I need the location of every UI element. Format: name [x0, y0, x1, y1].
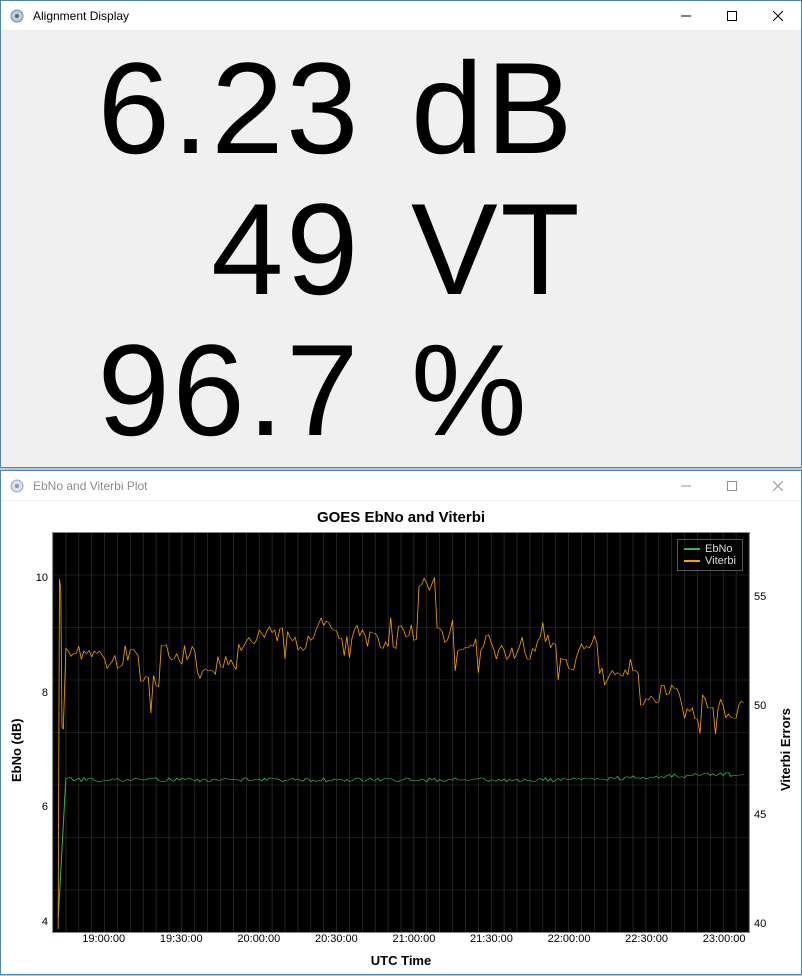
- close-button[interactable]: [755, 471, 801, 500]
- x-axis-label: UTC Time: [52, 953, 750, 968]
- legend-swatch-viterbi: [684, 560, 700, 562]
- app-icon: [9, 478, 25, 494]
- ebno-value: 6.23: [19, 43, 401, 173]
- viterbi-value: 49: [19, 184, 401, 314]
- alignment-display-window: Alignment Display 6.23 dB 49 VT 96.7 %: [0, 0, 802, 468]
- maximize-button[interactable]: [709, 1, 755, 30]
- minimize-button[interactable]: [663, 471, 709, 500]
- x-tick: 20:30:00: [315, 933, 358, 945]
- y-right-tick: 55: [754, 591, 766, 603]
- close-button[interactable]: [755, 1, 801, 30]
- y-axis-left-label: EbNo (dB): [7, 532, 26, 968]
- y-axis-left-ticks: 10 8 6 4: [26, 532, 52, 968]
- legend-entry-ebno: EbNo: [684, 543, 736, 555]
- maximize-button[interactable]: [709, 471, 755, 500]
- x-tick: 21:30:00: [470, 933, 513, 945]
- y-left-tick: 4: [42, 916, 48, 928]
- y-right-tick: 40: [754, 918, 766, 930]
- x-axis-ticks: 19:00:00 19:30:00 20:00:00 20:30:00 21:00:00…: [52, 933, 750, 949]
- chart-title: GOES EbNo and Viterbi: [7, 509, 795, 526]
- y-axis-right-ticks: 55 50 45 40: [750, 532, 776, 968]
- y-left-tick: 10: [36, 572, 48, 584]
- x-tick: 22:30:00: [625, 933, 668, 945]
- ebno-unit: dB: [401, 43, 783, 173]
- legend-label-viterbi: Viterbi: [705, 555, 736, 567]
- plot-svg: [53, 533, 749, 932]
- y-right-tick: 45: [754, 809, 766, 821]
- x-tick: 21:00:00: [393, 933, 436, 945]
- legend-entry-viterbi: Viterbi: [684, 555, 736, 567]
- window-controls: [663, 471, 801, 500]
- x-tick: 19:00:00: [82, 933, 125, 945]
- ebno-viterbi-plot-window: EbNo and Viterbi Plot GOES EbNo and Vite…: [0, 470, 802, 975]
- minimize-button[interactable]: [663, 1, 709, 30]
- window-title: EbNo and Viterbi Plot: [33, 479, 663, 493]
- app-icon: [9, 8, 25, 24]
- legend: EbNo Viterbi: [677, 539, 743, 571]
- chart-body: EbNo (dB) 10 8 6 4 EbNo Viterbi: [7, 532, 795, 968]
- percent-unit: %: [401, 325, 783, 455]
- alignment-readout: 6.23 dB 49 VT 96.7 %: [1, 31, 801, 467]
- y-left-tick: 6: [42, 801, 48, 813]
- window-title: Alignment Display: [33, 9, 663, 23]
- window-controls: [663, 1, 801, 30]
- x-tick: 20:00:00: [237, 933, 280, 945]
- viterbi-unit: VT: [401, 184, 783, 314]
- titlebar[interactable]: EbNo and Viterbi Plot: [1, 471, 801, 501]
- titlebar[interactable]: Alignment Display: [1, 1, 801, 31]
- percent-value: 96.7: [19, 325, 401, 455]
- legend-swatch-ebno: [684, 548, 700, 550]
- plot-area[interactable]: EbNo Viterbi: [52, 532, 750, 933]
- x-tick: 19:30:00: [160, 933, 203, 945]
- chart-panel: GOES EbNo and Viterbi EbNo (dB) 10 8 6 4 Eb…: [1, 501, 801, 974]
- y-left-tick: 8: [42, 687, 48, 699]
- y-axis-right-label: Viterbi Errors: [776, 532, 795, 968]
- y-right-tick: 50: [754, 700, 766, 712]
- x-tick: 23:00:00: [703, 933, 746, 945]
- plot-column: EbNo Viterbi 19:00:00 19:30:00 20:00:00 20:…: [52, 532, 750, 968]
- x-tick: 22:00:00: [548, 933, 591, 945]
- legend-label-ebno: EbNo: [705, 543, 733, 555]
